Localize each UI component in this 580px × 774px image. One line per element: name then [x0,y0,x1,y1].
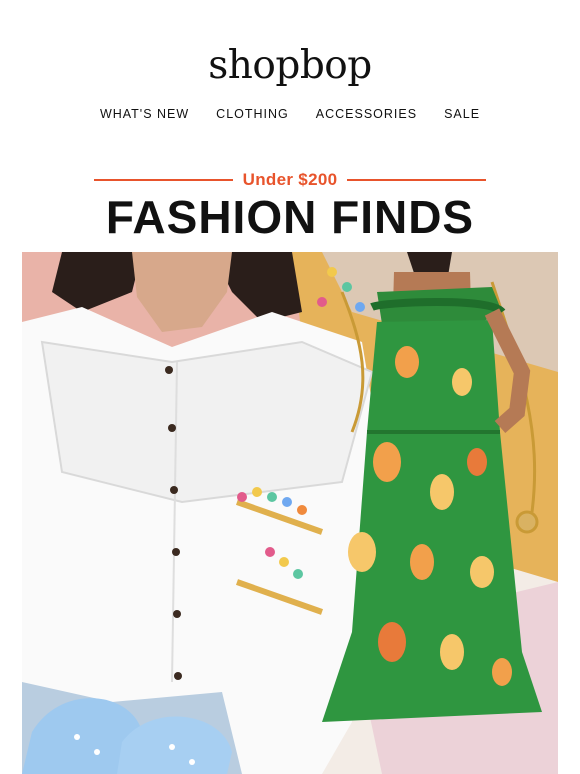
promo-eyebrow-row: Under $200 [94,170,487,190]
promo-eyebrow: Under $200 [242,170,338,189]
hero-collage-image[interactable] [22,252,558,774]
main-nav: WHAT'S NEW CLOTHING ACCESSORIES SALE [0,107,580,121]
promo-headline[interactable]: FASHION FINDS [0,192,580,243]
brand-logo[interactable]: shopbop [0,46,580,85]
nav-sale[interactable]: SALE [444,107,480,121]
eyebrow-rule-left [94,179,233,181]
nav-clothing[interactable]: CLOTHING [216,107,289,121]
nav-whats-new[interactable]: WHAT'S NEW [100,107,189,121]
nav-accessories[interactable]: ACCESSORIES [316,107,417,121]
eyebrow-rule-right [347,179,487,181]
